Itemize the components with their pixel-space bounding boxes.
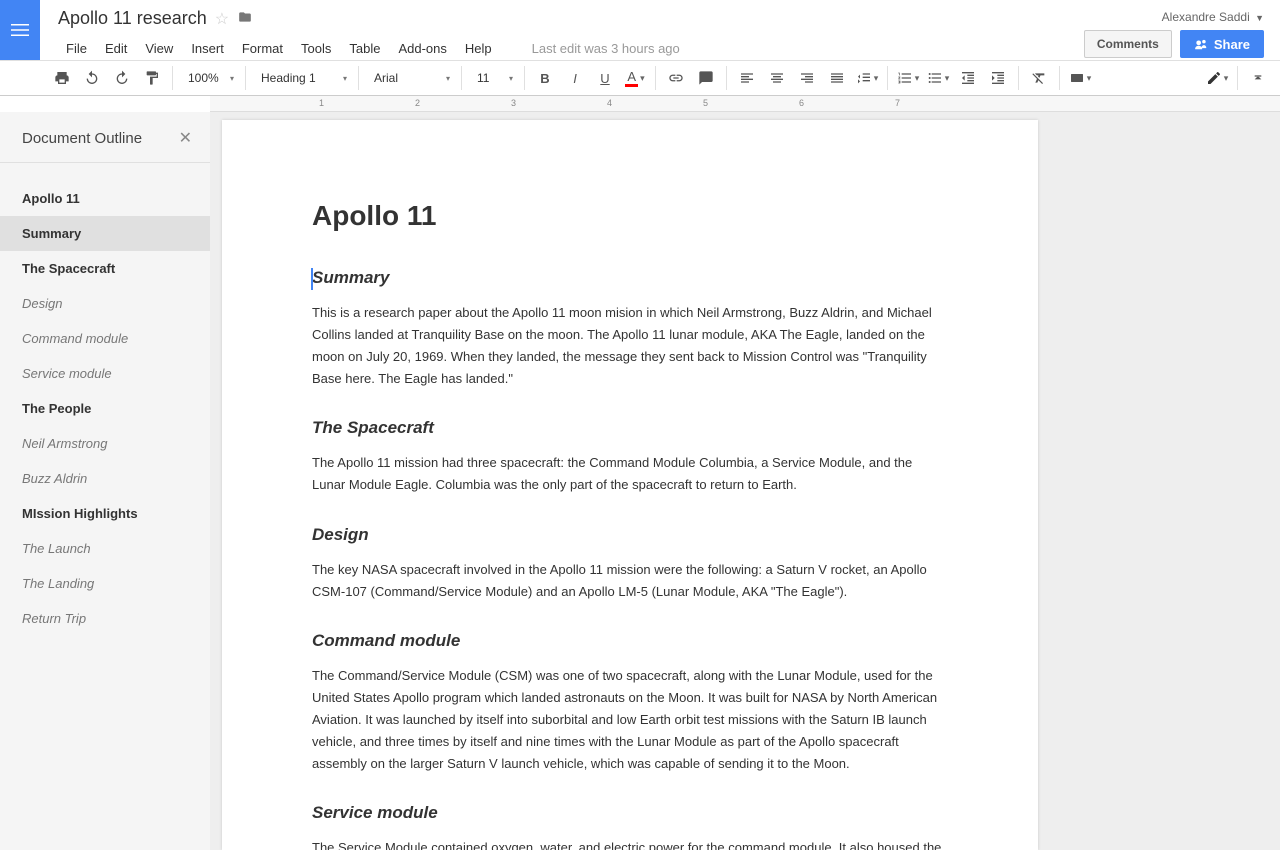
menu-view[interactable]: View: [137, 37, 181, 60]
outline-item[interactable]: The Landing: [0, 566, 210, 601]
line-spacing-icon[interactable]: ▾: [853, 64, 881, 92]
size-select[interactable]: 11: [468, 65, 518, 91]
page[interactable]: Apollo 11 Summary This is a research pape…: [222, 120, 1038, 850]
collapse-icon[interactable]: [1244, 64, 1272, 92]
paragraph[interactable]: The Command/Service Module (CSM) was one…: [312, 665, 948, 775]
indent-increase-icon[interactable]: [984, 64, 1012, 92]
bold-icon[interactable]: B: [531, 64, 559, 92]
ruler[interactable]: 1234567: [210, 96, 1280, 112]
input-tools-icon[interactable]: ▾: [1066, 64, 1094, 92]
toolbar: 100% Heading 1 Arial 11 B I U A▾ ▾ ▾ ▾ ▾…: [0, 60, 1280, 96]
align-right-icon[interactable]: [793, 64, 821, 92]
outline-item[interactable]: The Spacecraft: [0, 251, 210, 286]
menu-edit[interactable]: Edit: [97, 37, 135, 60]
outline-item[interactable]: Return Trip: [0, 601, 210, 636]
menubar: FileEditViewInsertFormatToolsTableAdd-on…: [58, 37, 1066, 60]
last-edit-text[interactable]: Last edit was 3 hours ago: [532, 41, 680, 56]
style-select[interactable]: Heading 1: [252, 65, 352, 91]
outline-item[interactable]: Neil Armstrong: [0, 426, 210, 461]
underline-icon[interactable]: U: [591, 64, 619, 92]
font-select[interactable]: Arial: [365, 65, 455, 91]
text-color-icon[interactable]: A▾: [621, 64, 649, 92]
outline-item[interactable]: The People: [0, 391, 210, 426]
redo-icon[interactable]: [108, 64, 136, 92]
align-center-icon[interactable]: [763, 64, 791, 92]
outline-item[interactable]: Command module: [0, 321, 210, 356]
main-menu-button[interactable]: [0, 0, 40, 60]
outline-title: Document Outline: [22, 130, 142, 147]
outline-item[interactable]: The Launch: [0, 531, 210, 566]
comments-button[interactable]: Comments: [1084, 30, 1172, 58]
user-name[interactable]: Alexandre Saddi ▼: [1162, 10, 1264, 24]
link-icon[interactable]: [662, 64, 690, 92]
heading-title[interactable]: Apollo 11: [312, 200, 948, 232]
outline-item[interactable]: Service module: [0, 356, 210, 391]
heading[interactable]: Design: [312, 525, 948, 545]
paragraph[interactable]: The key NASA spacecraft involved in the …: [312, 559, 948, 603]
menu-add-ons[interactable]: Add-ons: [390, 37, 454, 60]
outline-item[interactable]: Design: [0, 286, 210, 321]
menu-tools[interactable]: Tools: [293, 37, 339, 60]
folder-icon[interactable]: [237, 10, 253, 28]
print-icon[interactable]: [48, 64, 76, 92]
paragraph[interactable]: The Service Module contained oxygen, wat…: [312, 837, 948, 850]
menu-file[interactable]: File: [58, 37, 95, 60]
zoom-select[interactable]: 100%: [179, 65, 239, 91]
paint-format-icon[interactable]: [138, 64, 166, 92]
paragraph[interactable]: The Apollo 11 mission had three spacecra…: [312, 452, 948, 496]
outline-item[interactable]: Apollo 11: [0, 181, 210, 216]
outline-item[interactable]: Summary: [0, 216, 210, 251]
bulleted-list-icon[interactable]: ▾: [924, 64, 952, 92]
heading[interactable]: Summary: [312, 268, 948, 288]
share-button[interactable]: Share: [1180, 30, 1264, 58]
clear-format-icon[interactable]: [1025, 64, 1053, 92]
italic-icon[interactable]: I: [561, 64, 589, 92]
align-justify-icon[interactable]: [823, 64, 851, 92]
document-title[interactable]: Apollo 11 research: [58, 8, 207, 29]
numbered-list-icon[interactable]: ▾: [894, 64, 922, 92]
align-left-icon[interactable]: [733, 64, 761, 92]
menu-format[interactable]: Format: [234, 37, 291, 60]
undo-icon[interactable]: [78, 64, 106, 92]
menu-table[interactable]: Table: [341, 37, 388, 60]
comment-icon[interactable]: [692, 64, 720, 92]
heading[interactable]: Command module: [312, 631, 948, 651]
menu-insert[interactable]: Insert: [183, 37, 232, 60]
heading[interactable]: The Spacecraft: [312, 418, 948, 438]
star-icon[interactable]: ☆: [215, 9, 229, 29]
editing-mode-icon[interactable]: ▾: [1203, 64, 1231, 92]
outline-item[interactable]: Buzz Aldrin: [0, 461, 210, 496]
outline-panel: Document Outline ✕ Apollo 11SummaryThe S…: [0, 112, 210, 850]
document-canvas[interactable]: Apollo 11 Summary This is a research pape…: [210, 112, 1280, 850]
heading[interactable]: Service module: [312, 803, 948, 823]
menu-help[interactable]: Help: [457, 37, 500, 60]
paragraph[interactable]: This is a research paper about the Apoll…: [312, 302, 948, 390]
close-icon[interactable]: ✕: [179, 128, 192, 148]
outline-item[interactable]: MIssion Highlights: [0, 496, 210, 531]
indent-decrease-icon[interactable]: [954, 64, 982, 92]
